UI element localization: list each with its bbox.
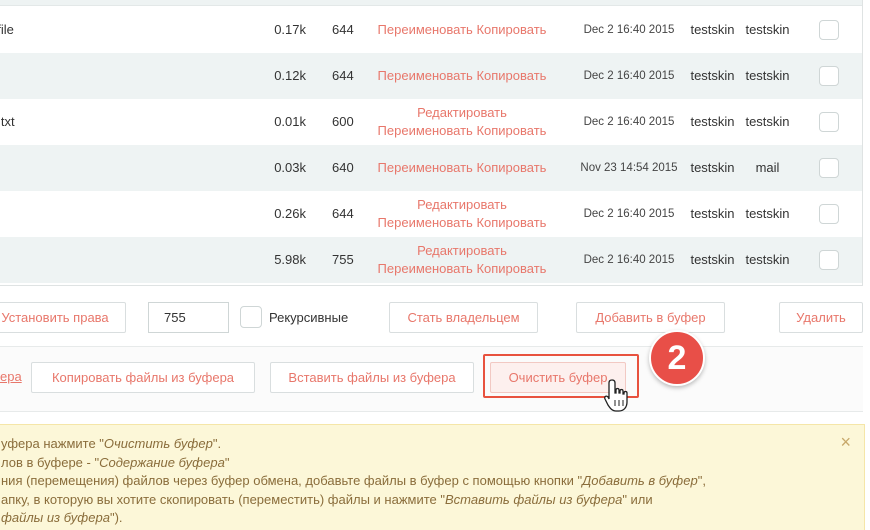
file-permissions: 755	[332, 252, 354, 267]
file-owner: testskin	[690, 22, 735, 37]
table-row: ofile 0.17k 644 Переименовать Копировать Dec…	[0, 7, 862, 53]
file-permissions: 600	[332, 114, 354, 129]
file-action-link[interactable]: Переименовать Копировать	[378, 122, 547, 140]
row-checkbox[interactable]	[819, 112, 839, 132]
file-size: 0.03k	[274, 160, 306, 175]
row-checkbox[interactable]	[819, 20, 839, 40]
file-action-link[interactable]: Переименовать Копировать	[378, 159, 547, 177]
file-actions: Переименовать Копировать	[362, 145, 562, 191]
copy-from-buffer-button[interactable]: Копировать файлы из буфера	[31, 362, 255, 393]
file-action-link[interactable]: Редактировать	[417, 104, 507, 122]
permissions-input[interactable]: 755	[148, 302, 229, 333]
file-date: Nov 23 14:54 2015	[580, 162, 678, 174]
paste-from-buffer-button[interactable]: Вставить файлы из буфера	[270, 362, 474, 393]
file-size: 0.26k	[274, 206, 306, 221]
recursive-label: Рекурсивные	[269, 310, 349, 325]
file-actions: Редактировать Переименовать Копировать	[362, 99, 562, 145]
file-permissions: 640	[332, 160, 354, 175]
file-group: testskin	[745, 252, 790, 267]
table-row: d.txt 0.01k 600 РедактироватьПереименовать …	[0, 99, 862, 145]
file-actions: Редактировать Переименовать Копировать	[362, 191, 562, 237]
file-permissions: 644	[332, 68, 354, 83]
file-group: testskin	[745, 68, 790, 83]
file-group: testskin	[745, 206, 790, 221]
buffer-toolbar: Копировать файлы из буфера Вставить файл…	[0, 346, 863, 412]
table-row: 0.03k 640 Переименовать Копировать Nov 23 1…	[0, 145, 862, 191]
alert-line: файлы из буфера").	[1, 510, 123, 525]
close-icon[interactable]: ×	[840, 433, 851, 452]
file-size: 0.17k	[274, 22, 306, 37]
file-owner: testskin	[690, 206, 735, 221]
file-action-link[interactable]: Редактировать	[417, 196, 507, 214]
hand-cursor-icon	[604, 379, 628, 412]
file-actions: Редактировать Переименовать Копировать	[362, 237, 562, 283]
file-name[interactable]: ofile	[0, 7, 14, 53]
file-date: Dec 2 16:40 2015	[583, 116, 675, 128]
file-size: 0.12k	[274, 68, 306, 83]
file-owner: testskin	[690, 252, 735, 267]
permissions-toolbar: Установить права Стать владельцем Добави…	[0, 289, 863, 346]
file-name[interactable]: d.txt	[0, 99, 15, 145]
file-action-link[interactable]: Редактировать	[417, 242, 507, 260]
row-checkbox[interactable]	[819, 204, 839, 224]
set-permissions-button[interactable]: Установить права	[0, 302, 126, 333]
file-date: Dec 2 16:40 2015	[583, 208, 675, 220]
file-action-link[interactable]: Переименовать Копировать	[378, 67, 547, 85]
row-checkbox[interactable]	[819, 66, 839, 86]
file-actions: Переименовать Копировать	[362, 7, 562, 53]
file-owner: testskin	[690, 114, 735, 129]
file-table: ofile 0.17k 644 Переименовать Копировать Dec…	[0, 0, 863, 286]
table-row: 0.12k 644 Переименовать Копировать Dec 2 16…	[0, 53, 862, 99]
buffer-contents-link[interactable]: ера	[0, 361, 22, 392]
file-action-link[interactable]: Переименовать Копировать	[378, 21, 547, 39]
file-group: mail	[755, 160, 780, 175]
file-date: Dec 2 16:40 2015	[583, 24, 675, 36]
delete-button[interactable]: Удалить	[779, 302, 863, 333]
become-owner-button[interactable]: Стать владельцем	[389, 302, 538, 333]
file-group: testskin	[745, 22, 790, 37]
row-checkbox[interactable]	[819, 250, 839, 270]
file-action-link[interactable]: Переименовать Копировать	[378, 260, 547, 278]
file-date: Dec 2 16:40 2015	[583, 70, 675, 82]
file-date: Dec 2 16:40 2015	[583, 254, 675, 266]
file-size: 5.98k	[274, 252, 306, 267]
file-actions: Переименовать Копировать	[362, 53, 562, 99]
alert-line: ния (перемещения) файлов через буфер обм…	[1, 473, 706, 488]
table-row: 0.26k 644 Редактировать Переименовать Копир…	[0, 191, 862, 237]
add-to-buffer-button[interactable]: Добавить в буфер	[576, 302, 725, 333]
table-row: 5.98k 755 Редактировать Переименовать Копир…	[0, 237, 862, 283]
file-group: testskin	[745, 114, 790, 129]
alert-line: лов в буфере - "Содержание буфера"	[1, 454, 230, 470]
table-top-edge	[0, 0, 862, 6]
recursive-checkbox[interactable]	[240, 306, 262, 328]
buffer-help-alert: × уфера нажмите "Очистить буфер". лов в …	[0, 424, 865, 530]
step-badge: 2	[649, 330, 705, 386]
row-checkbox[interactable]	[819, 158, 839, 178]
file-size: 0.01k	[274, 114, 306, 129]
alert-line: уфера нажмите "Очистить буфер".	[1, 436, 222, 451]
alert-line: апку, в которую вы хотите скопировать (п…	[1, 491, 653, 507]
file-permissions: 644	[332, 206, 354, 221]
file-action-link[interactable]: Переименовать Копировать	[378, 214, 547, 232]
file-owner: testskin	[690, 160, 735, 175]
file-owner: testskin	[690, 68, 735, 83]
file-permissions: 644	[332, 22, 354, 37]
